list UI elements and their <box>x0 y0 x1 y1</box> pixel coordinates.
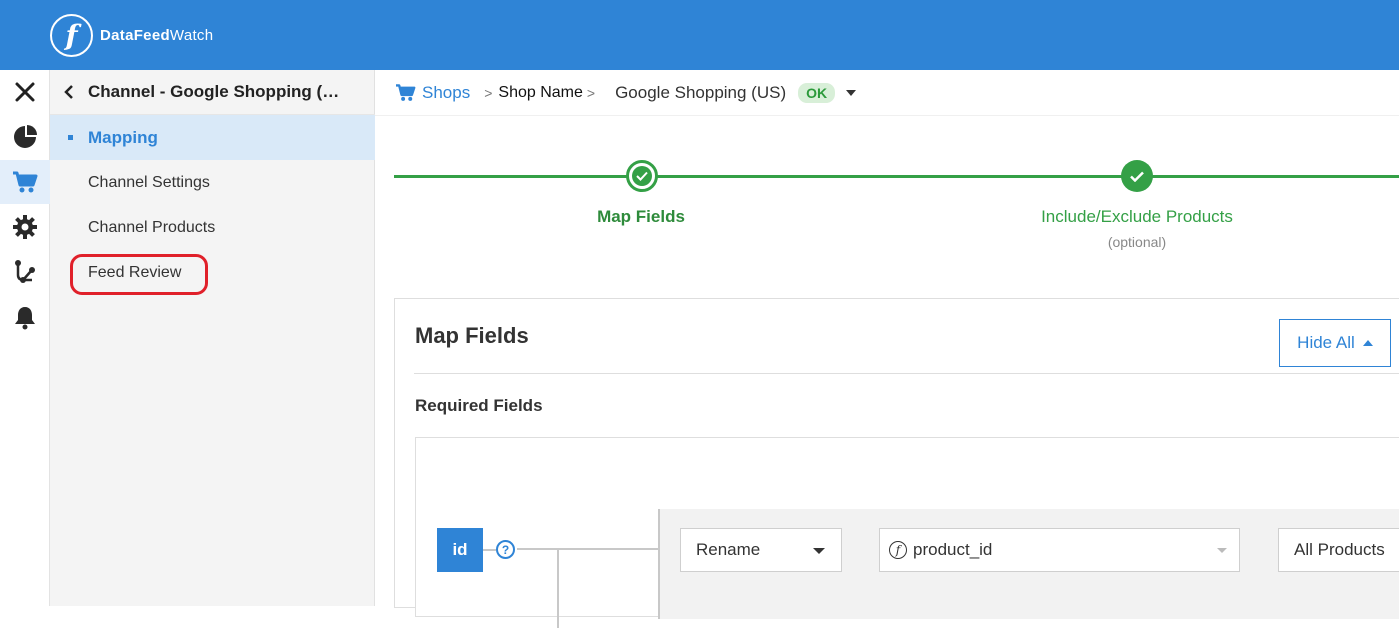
field-name-badge: id <box>437 528 483 572</box>
logo-wordmark: DataFeedWatch <box>100 27 214 44</box>
sidebar-item-channel-products[interactable]: Channel Products <box>50 205 375 250</box>
breadcrumb-separator: > <box>586 84 596 101</box>
caret-up-icon <box>1362 340 1373 346</box>
icon-rail <box>0 70 50 606</box>
close-icon[interactable] <box>0 70 50 114</box>
sidebar-item-label: Mapping <box>88 127 158 147</box>
step-include-exclude-label[interactable]: Include/Exclude Products <box>987 207 1287 227</box>
connector-line <box>517 548 659 550</box>
source-field-value: product_id <box>913 540 993 559</box>
caret-down-icon <box>813 548 825 554</box>
flow-icon[interactable] <box>0 250 50 294</box>
breadcrumb-shops-link[interactable]: Shops <box>422 83 470 103</box>
help-icon[interactable]: ? <box>496 540 515 559</box>
section-title: Required Fields <box>415 396 543 415</box>
gear-icon[interactable] <box>0 205 50 249</box>
hide-all-label: Hide All <box>1297 333 1355 352</box>
breadcrumb-channel: Google Shopping (US) <box>615 82 787 102</box>
map-fields-card: Map Fields Hide All Required Fields id ?… <box>394 298 1399 628</box>
breadcrumb-separator: > <box>484 84 493 101</box>
sidebar-item-mapping[interactable]: Mapping <box>50 115 375 160</box>
divider <box>414 373 1399 374</box>
sidebar-item-label: Channel Products <box>88 218 216 236</box>
main-content: Shops > Shop Name > Google Shopping (US)… <box>375 70 1399 628</box>
scope-select-value: All Products <box>1294 540 1385 559</box>
app-logo[interactable]: f DataFeedWatch <box>50 14 213 57</box>
check-icon <box>632 166 652 186</box>
logo-mark: f <box>50 14 93 57</box>
cart-icon[interactable] <box>395 83 416 102</box>
breadcrumb: Shops > Shop Name > Google Shopping (US)… <box>375 70 1399 116</box>
sidebar-item-channel-settings[interactable]: Channel Settings <box>50 160 375 205</box>
source-field-select[interactable]: f product_id <box>879 528 1240 572</box>
connector-line <box>557 548 559 628</box>
step-map-fields-marker[interactable] <box>626 160 658 192</box>
active-bullet <box>68 135 73 140</box>
rule-area: Rename f product_id All Products <box>658 509 1399 619</box>
field-mapping-row: id ? Rename f product_id All Products <box>415 437 1399 628</box>
card-title: Map Fields <box>415 323 529 348</box>
top-bar: f DataFeedWatch <box>0 0 1399 70</box>
caret-down-icon[interactable] <box>845 89 857 97</box>
step-optional-note: (optional) <box>1107 234 1167 250</box>
cart-icon[interactable] <box>0 160 50 204</box>
step-map-fields-label[interactable]: Map Fields <box>555 207 727 227</box>
function-icon: f <box>889 541 907 559</box>
connector-line <box>483 549 496 551</box>
side-panel-title: Channel - Google Shopping (US) <box>88 82 348 101</box>
highlight-annotation <box>70 254 208 295</box>
sidebar-item-label: Channel Settings <box>88 173 210 191</box>
status-badge: OK <box>798 82 836 103</box>
breadcrumb-shop-name[interactable]: Shop Name <box>496 83 585 102</box>
step-include-exclude-marker[interactable] <box>1121 160 1153 192</box>
action-select-value: Rename <box>696 540 761 559</box>
hide-all-button[interactable]: Hide All <box>1279 319 1391 367</box>
scope-select[interactable]: All Products <box>1278 528 1399 572</box>
side-panel-header[interactable]: Channel - Google Shopping (US) <box>50 70 375 115</box>
bell-icon[interactable] <box>0 295 50 339</box>
caret-down-icon <box>1217 548 1227 553</box>
chevron-left-icon[interactable] <box>50 84 88 100</box>
stepper-track <box>394 175 1399 178</box>
side-panel: Channel - Google Shopping (US) Mapping C… <box>50 70 375 606</box>
check-icon <box>1130 171 1144 182</box>
action-select[interactable]: Rename <box>680 528 842 572</box>
pie-chart-icon[interactable] <box>0 115 50 159</box>
